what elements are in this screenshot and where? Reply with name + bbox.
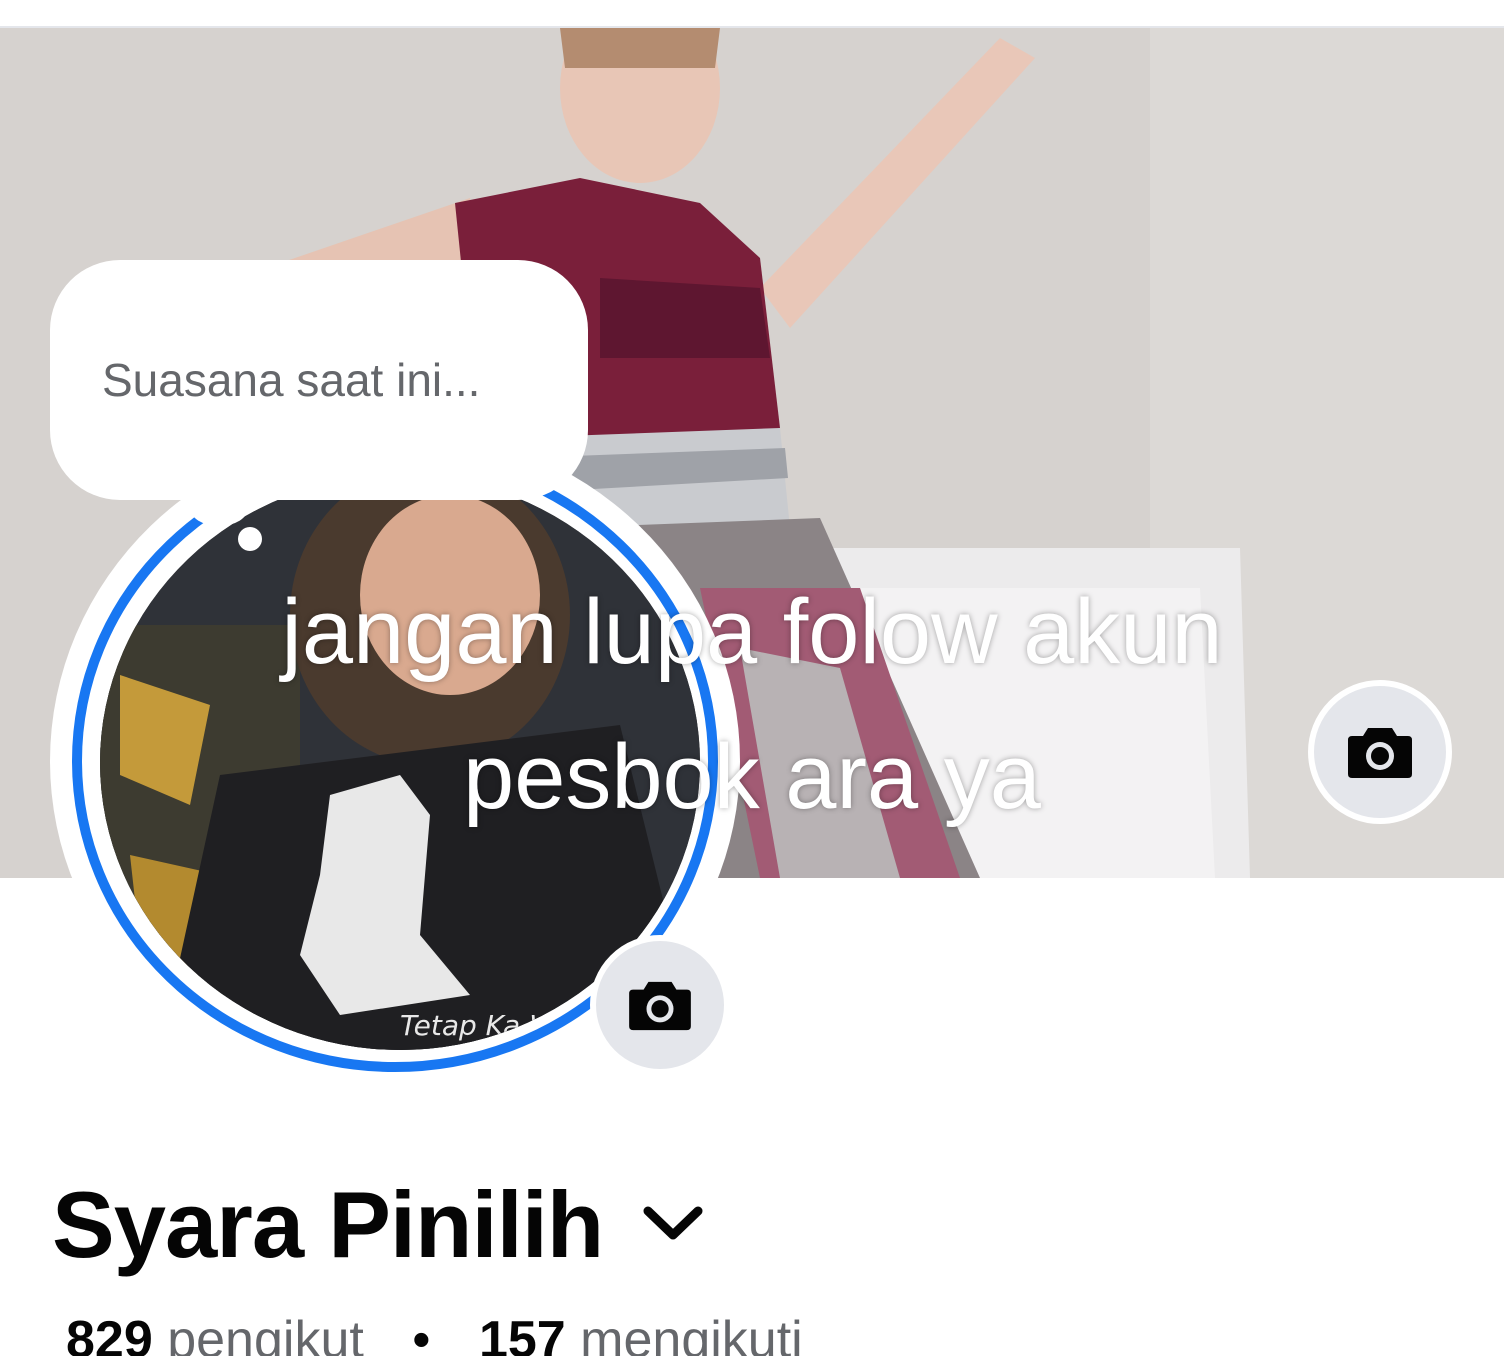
chevron-down-icon[interactable] bbox=[639, 1195, 707, 1255]
note-bubble-tail-small bbox=[238, 527, 262, 551]
cover-photo-camera-button[interactable] bbox=[1308, 680, 1452, 824]
followers-count: 829 bbox=[66, 1311, 153, 1356]
avatar-camera-button[interactable] bbox=[590, 935, 730, 1075]
following-link[interactable]: 157 mengikuti bbox=[479, 1311, 803, 1356]
stats-separator: • bbox=[412, 1311, 431, 1356]
profile-page: Tetap Ka Waktu Suasana saat ini... janga… bbox=[0, 0, 1504, 1356]
camera-icon bbox=[629, 981, 691, 1031]
note-placeholder: Suasana saat ini... bbox=[102, 354, 481, 406]
note-bubble[interactable]: Suasana saat ini... bbox=[50, 260, 588, 500]
profile-stats: 829 pengikut • 157 mengikuti bbox=[66, 1310, 803, 1356]
following-label: mengikuti bbox=[580, 1311, 803, 1356]
note-bubble-tail-large bbox=[190, 490, 248, 526]
top-bar-divider bbox=[0, 0, 1504, 28]
followers-link[interactable]: 829 pengikut bbox=[66, 1311, 378, 1356]
camera-icon bbox=[1348, 728, 1412, 778]
profile-name: Syara Pinilih bbox=[52, 1172, 604, 1277]
following-count: 157 bbox=[478, 1311, 566, 1356]
profile-name-row[interactable]: Syara Pinilih bbox=[52, 1170, 707, 1280]
followers-label: pengikut bbox=[167, 1311, 364, 1356]
